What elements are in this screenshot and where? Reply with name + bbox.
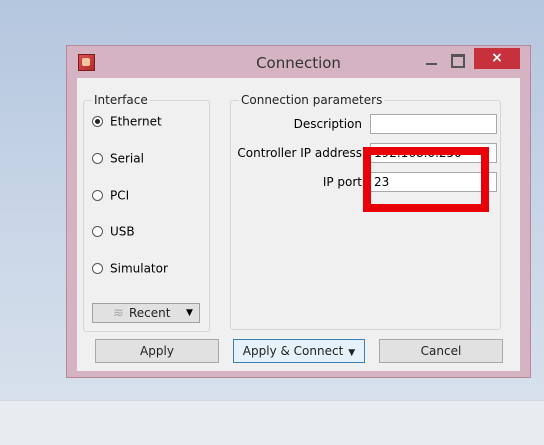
close-button[interactable]: × — [474, 48, 520, 69]
radio-ethernet-indicator — [92, 116, 103, 127]
maximize-button[interactable] — [447, 52, 467, 70]
dialog-client-area: Interface Ethernet Serial PCI USB Simula… — [77, 78, 520, 371]
cancel-button[interactable]: Cancel — [379, 339, 503, 363]
description-input[interactable] — [370, 114, 497, 134]
ip-port-input[interactable] — [370, 172, 497, 192]
apply-label: Apply — [140, 344, 174, 358]
radio-serial-label: Serial — [110, 151, 144, 166]
radio-simulator-indicator — [92, 263, 103, 274]
interface-legend: Interface — [92, 93, 150, 107]
radio-serial-indicator — [92, 153, 103, 164]
title-bar[interactable]: Connection × — [67, 46, 530, 78]
taskbar-area — [0, 400, 544, 445]
radio-serial[interactable]: Serial — [92, 150, 144, 166]
apply-connect-label: Apply & Connect — [242, 344, 344, 358]
apply-connect-button[interactable]: Apply & Connect ▼ — [233, 339, 365, 363]
radio-usb-label: USB — [110, 224, 135, 239]
connection-dialog: Connection × Interface Ethernet Serial P… — [66, 45, 531, 378]
radio-simulator-label: Simulator — [110, 261, 168, 276]
radio-pci-indicator — [92, 190, 103, 201]
description-label: Description — [293, 117, 362, 131]
recent-label: Recent — [129, 306, 171, 320]
radio-usb[interactable]: USB — [92, 223, 135, 239]
close-icon: × — [491, 50, 503, 66]
radio-ethernet-label: Ethernet — [110, 114, 162, 129]
controller-ip-label: Controller IP address — [237, 146, 362, 160]
interface-group: Interface Ethernet Serial PCI USB Simula… — [83, 93, 210, 332]
connection-parameters-legend: Connection parameters — [239, 93, 385, 107]
radio-simulator[interactable]: Simulator — [92, 260, 168, 276]
minimize-icon — [426, 63, 437, 65]
connection-parameters-group: Connection parameters Description Contro… — [230, 93, 501, 330]
radio-ethernet[interactable]: Ethernet — [92, 113, 162, 129]
minimize-button[interactable] — [422, 52, 442, 70]
radio-usb-indicator — [92, 226, 103, 237]
radio-pci[interactable]: PCI — [92, 187, 129, 203]
recent-icon: ≋ — [113, 306, 124, 321]
apply-button[interactable]: Apply — [95, 339, 219, 363]
recent-dropdown-button[interactable]: ≋ Recent ▼ — [92, 303, 200, 323]
radio-pci-label: PCI — [110, 188, 130, 203]
chevron-down-icon: ▼ — [348, 348, 356, 358]
chevron-down-icon: ▼ — [186, 308, 193, 318]
ip-port-label: IP port — [322, 175, 362, 189]
controller-ip-input[interactable] — [370, 143, 497, 163]
cancel-label: Cancel — [420, 344, 462, 358]
maximize-icon — [451, 54, 465, 68]
